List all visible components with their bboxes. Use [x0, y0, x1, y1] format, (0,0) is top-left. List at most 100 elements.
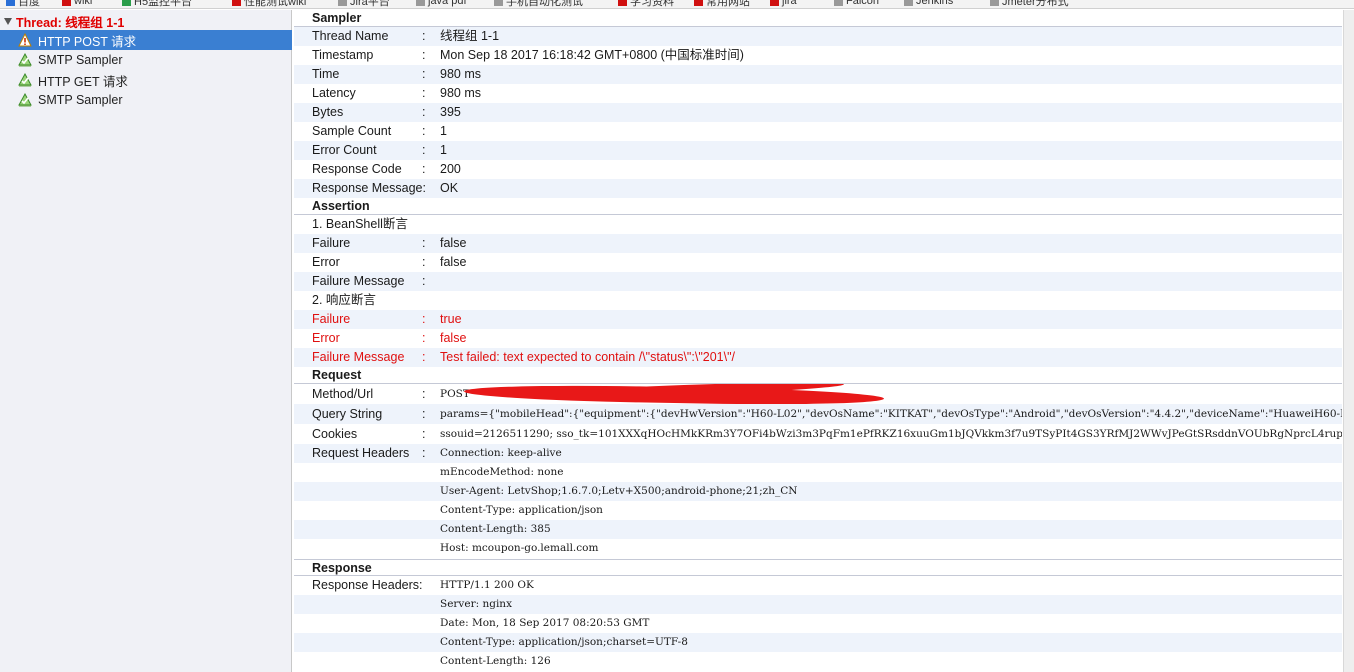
request-method-url-row: Method/Url : POST	[294, 384, 1342, 404]
header-line: Host: mcoupon-go.lemall.com	[440, 542, 599, 554]
bookmark-label: 性能测试wiki	[244, 0, 307, 8]
bookmark-label: Jenkins	[916, 0, 954, 7]
sampler-row: Response Message: OK	[294, 179, 1342, 198]
row-value: OK	[440, 181, 459, 195]
row-value: 1	[440, 124, 447, 138]
row-key: Failure	[312, 312, 351, 326]
row-colon: :	[422, 86, 426, 100]
bookmark-icon	[770, 0, 779, 6]
header-line: Date: Mon, 18 Sep 2017 08:20:53 GMT	[440, 617, 650, 629]
results-tree: Thread: 线程组 1-1 HTTP POST 请求 SMTP Sample…	[0, 10, 292, 672]
row-colon: :	[422, 427, 426, 441]
bookmark-item[interactable]: java pdf	[416, 0, 467, 8]
row-value: 980 ms	[440, 86, 481, 100]
row-key: Timestamp	[312, 48, 374, 62]
bookmark-item[interactable]: Jira平台	[338, 0, 390, 8]
row-key: Response Message:	[312, 181, 426, 195]
request-header-line: mEncodeMethod: none	[294, 463, 1342, 482]
header-line: Content-Type: application/json;charset=U…	[440, 636, 688, 648]
bookmark-icon	[494, 0, 503, 6]
row-colon: :	[422, 143, 426, 157]
header-line: Content-Length: 126	[440, 655, 551, 667]
row-value: Test failed: text expected to contain /\…	[440, 350, 735, 364]
bookmark-label: 学习资料	[630, 0, 674, 8]
bookmark-label: wiki	[74, 0, 93, 7]
bookmark-item[interactable]: 百度	[6, 0, 40, 8]
sampler-row: Response Code : 200	[294, 160, 1342, 179]
tree-item-label: SMTP Sampler	[38, 53, 123, 67]
row-key: Thread Name	[312, 29, 389, 43]
row-key: Latency	[312, 86, 356, 100]
row-colon: :	[422, 29, 426, 43]
bookmark-item[interactable]: H5监控平台	[122, 0, 192, 8]
row-colon: :	[422, 350, 426, 364]
tree-item-http-get[interactable]: HTTP GET 请求	[0, 70, 292, 90]
collapse-triangle-icon[interactable]	[4, 17, 12, 25]
header-line: Content-Length: 385	[440, 523, 551, 535]
tree-item-smtp-2[interactable]: SMTP Sampler	[0, 90, 292, 110]
bookmark-item[interactable]: 性能测试wiki	[232, 0, 306, 8]
bookmark-icon	[990, 0, 999, 6]
bookmark-item[interactable]: wiki	[62, 0, 92, 8]
tree-item-label: SMTP Sampler	[38, 93, 123, 107]
row-value: 200	[440, 162, 461, 176]
header-line: Connection: keep-alive	[440, 447, 562, 459]
assertion-group-title: 1. BeanShell断言	[294, 215, 1342, 234]
row-colon: :	[422, 331, 426, 345]
row-key: Time	[312, 67, 340, 81]
bookmark-icon	[618, 0, 627, 6]
bookmarks-bar: 百度 wiki H5监控平台 性能测试wiki Jira平台 java pdf 手机自动化测…	[0, 0, 1354, 9]
tree-item-http-post[interactable]: HTTP POST 请求	[0, 30, 292, 50]
row-value: Mon Sep 18 2017 16:18:42 GMT+0800 (中国标准时…	[440, 48, 744, 62]
bookmark-icon	[416, 0, 425, 6]
header-line: mEncodeMethod: none	[440, 466, 564, 478]
row-value: false	[440, 331, 467, 345]
tree-root-label: Thread: 线程组 1-1	[16, 15, 125, 30]
bookmark-icon	[694, 0, 703, 6]
row-colon: :	[422, 274, 426, 288]
row-key: Method/Url	[312, 387, 374, 401]
tree-root-thread[interactable]: Thread: 线程组 1-1	[4, 12, 124, 30]
assertion-row: Failure Message :	[294, 272, 1342, 291]
row-key: Cookies	[312, 427, 358, 441]
section-header-request: Request	[294, 367, 1342, 384]
assertion-row: Failure : false	[294, 234, 1342, 253]
success-sampler-icon	[18, 93, 32, 107]
bookmark-item[interactable]: 手机自动化测试	[494, 0, 583, 8]
bookmark-item[interactable]: Jmeter分布式	[990, 0, 1069, 8]
row-key: Error	[312, 255, 340, 269]
row-key: Response Headers:	[312, 578, 423, 592]
row-colon: :	[422, 446, 426, 460]
cookies-value: ssouid=2126511290; sso_tk=101XXXqHOcHMkK…	[440, 428, 1342, 440]
header-line: Server: nginx	[440, 598, 512, 610]
section-header-sampler: Sampler	[294, 10, 1342, 27]
bookmark-item[interactable]: jira	[770, 0, 797, 8]
sampler-result-panel: Sampler Thread Name : 线程组 1-1 Timestamp …	[294, 10, 1342, 672]
bookmark-item[interactable]: Falcon	[834, 0, 879, 8]
assertion-row: Error : false	[294, 253, 1342, 272]
bookmark-icon	[6, 0, 15, 6]
header-line: HTTP/1.1 200 OK	[440, 579, 534, 591]
vertical-scrollbar[interactable]	[1343, 10, 1354, 672]
bookmark-label: 百度	[18, 0, 40, 8]
row-colon: :	[422, 162, 426, 176]
bookmark-item[interactable]: 常用网站	[694, 0, 750, 8]
bookmark-item[interactable]: 学习资料	[618, 0, 674, 8]
row-key: Bytes	[312, 105, 344, 119]
bookmark-label: Jmeter分布式	[1002, 0, 1069, 8]
bookmark-label: java pdf	[428, 0, 467, 7]
sampler-row: Latency : 980 ms	[294, 84, 1342, 103]
tree-item-smtp-1[interactable]: SMTP Sampler	[0, 50, 292, 70]
row-value: 980 ms	[440, 67, 481, 81]
header-line: Content-Type: application/json	[440, 504, 603, 516]
row-value: false	[440, 255, 467, 269]
row-key: Error	[312, 331, 340, 345]
row-key: Failure Message	[312, 274, 405, 288]
response-header-line: Content-Length: 126	[294, 652, 1342, 671]
sampler-row: Time : 980 ms	[294, 65, 1342, 84]
request-header-line: User-Agent: LetvShop;1.6.7.0;Letv+X500;a…	[294, 482, 1342, 501]
header-line: User-Agent: LetvShop;1.6.7.0;Letv+X500;a…	[440, 485, 798, 497]
sampler-row: Thread Name : 线程组 1-1	[294, 27, 1342, 46]
bookmark-item[interactable]: Jenkins	[904, 0, 953, 8]
bookmark-label: Falcon	[846, 0, 880, 7]
